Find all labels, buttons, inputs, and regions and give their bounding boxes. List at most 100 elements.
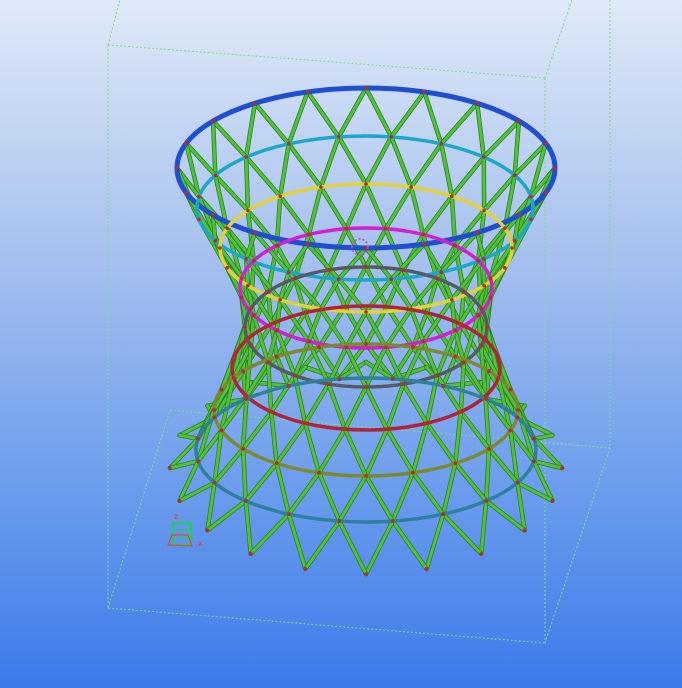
svg-text:z: z [174,512,178,521]
node [453,354,458,359]
diagonal-member [244,101,257,159]
node [503,226,507,231]
node [184,141,189,146]
bounding-box-edge [107,409,171,609]
node [219,387,224,392]
node [453,328,457,333]
node [441,512,445,516]
node [543,141,548,146]
node [401,268,406,272]
node [251,258,256,263]
node [253,230,257,235]
node [481,155,486,159]
node [364,474,368,478]
diagonal-member [532,433,554,441]
diagonal-member [303,421,321,475]
node [243,499,248,503]
node [287,384,291,388]
3d-model-viewport[interactable]: zx [0,0,682,688]
hyperboloid-lattice-structure[interactable]: zx [0,0,682,688]
node [543,190,548,195]
node [278,194,282,199]
node [479,551,484,556]
diagonal-member [287,471,321,516]
diagonal-member [275,298,282,332]
node [529,194,533,199]
node [177,498,182,503]
node [337,519,342,523]
node [390,519,395,523]
node [336,277,341,281]
node [425,310,429,315]
node [532,459,536,464]
node [168,466,172,470]
node [275,243,279,248]
diagonal-member [287,142,323,189]
diagonal-member [269,374,297,414]
node [560,466,564,470]
diagonal-member [211,119,248,159]
node [383,226,388,231]
diagonal-member [287,90,310,146]
node [219,428,224,433]
node [364,342,368,346]
node [196,436,200,441]
node [239,295,244,300]
node [303,567,308,571]
node [487,446,491,451]
node [422,90,427,94]
node [274,461,279,466]
node [409,307,413,311]
diagonal-member [287,512,307,571]
node [303,310,307,315]
node [336,135,341,139]
node [508,428,513,433]
node [390,377,395,381]
diagonal-member [364,86,393,139]
diagonal-member [385,382,405,431]
node [212,480,217,485]
diagonal-member [337,519,368,576]
node [512,238,517,243]
diagonal-member [439,142,454,198]
node [211,119,215,123]
node [411,470,415,475]
node [197,194,201,199]
node [244,257,249,261]
diagonal-member [364,182,388,231]
node [488,295,493,300]
node [213,238,218,243]
diagonal-member [441,512,483,556]
node [231,375,236,380]
diagonal-member [422,90,443,146]
node [225,265,229,270]
node [306,339,311,344]
node [425,421,429,426]
node [476,258,481,263]
node [458,410,463,414]
node [522,528,527,533]
node [476,313,481,318]
diagonal-member [319,185,348,231]
diagonal-member [343,385,368,431]
diagonal-member [303,519,341,571]
node [293,276,297,281]
node [424,567,429,571]
axis-gizmo-icon: zx [167,512,203,548]
node [484,499,489,503]
node [385,304,389,309]
node [475,230,479,235]
node [337,377,342,381]
node [231,356,236,361]
ring-1 [174,85,558,251]
node [343,304,347,309]
diagonal-member [337,86,368,139]
node [475,101,479,106]
node [212,408,216,412]
diagonal-member [421,194,454,237]
node [248,551,253,556]
node [508,387,513,392]
node [246,208,250,213]
diagonal-member [275,421,307,465]
node [249,306,253,311]
